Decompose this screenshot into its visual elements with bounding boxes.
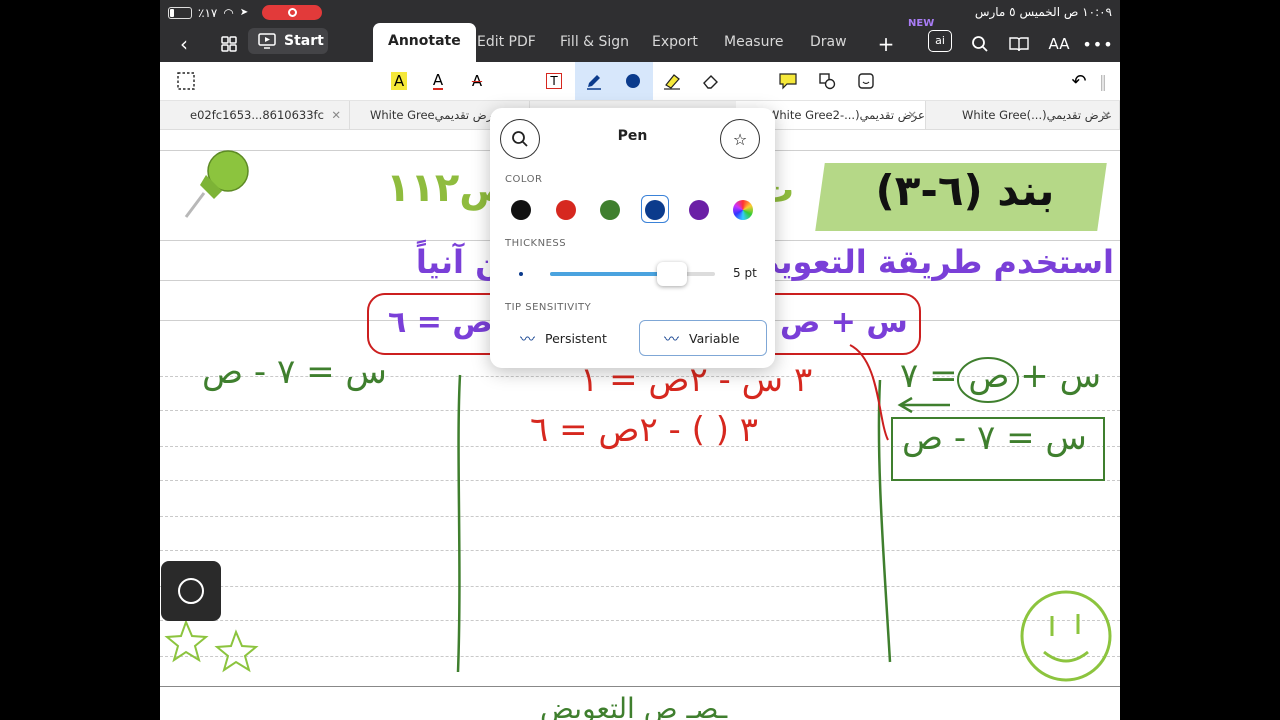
- color-swatch-black[interactable]: [511, 200, 531, 220]
- thickness-slider-fill: [550, 272, 673, 276]
- tip-persistent-option[interactable]: 〰 Persistent: [500, 320, 630, 356]
- variable-stroke-icon: 〰: [664, 329, 680, 348]
- color-swatch-red[interactable]: [556, 200, 576, 220]
- pen-settings-popover: Pen ☆ COLOR THICKNESS 5 pt TIP SENSITIVI…: [490, 108, 775, 368]
- color-swatch-green[interactable]: [600, 200, 620, 220]
- star-icon: ☆: [732, 129, 748, 149]
- thickness-label: THICKNESS: [505, 238, 567, 249]
- color-swatch-blue[interactable]: [645, 200, 665, 220]
- tip-sensitivity-label: TIP SENSITIVITY: [505, 302, 592, 313]
- tip-variable-option[interactable]: 〰 Variable: [639, 320, 767, 356]
- floating-tool-button[interactable]: [161, 561, 221, 621]
- thickness-slider-thumb[interactable]: [657, 262, 688, 286]
- app-screen: ٪١٧ ◠ ➤ ١٠:٠٩ ص الخميس ٥ مارس ‹ Annotate…: [160, 0, 1120, 720]
- persistent-stroke-icon: 〰: [520, 329, 536, 348]
- thickness-value: 5 pt: [733, 266, 757, 280]
- color-picker-wheel-icon[interactable]: [733, 200, 753, 220]
- favorite-pen-button[interactable]: ☆: [720, 119, 760, 159]
- thickness-preview-dot: [519, 272, 523, 276]
- pencil-mode-icon: [178, 578, 204, 604]
- color-swatch-purple[interactable]: [689, 200, 709, 220]
- color-label: COLOR: [505, 174, 543, 185]
